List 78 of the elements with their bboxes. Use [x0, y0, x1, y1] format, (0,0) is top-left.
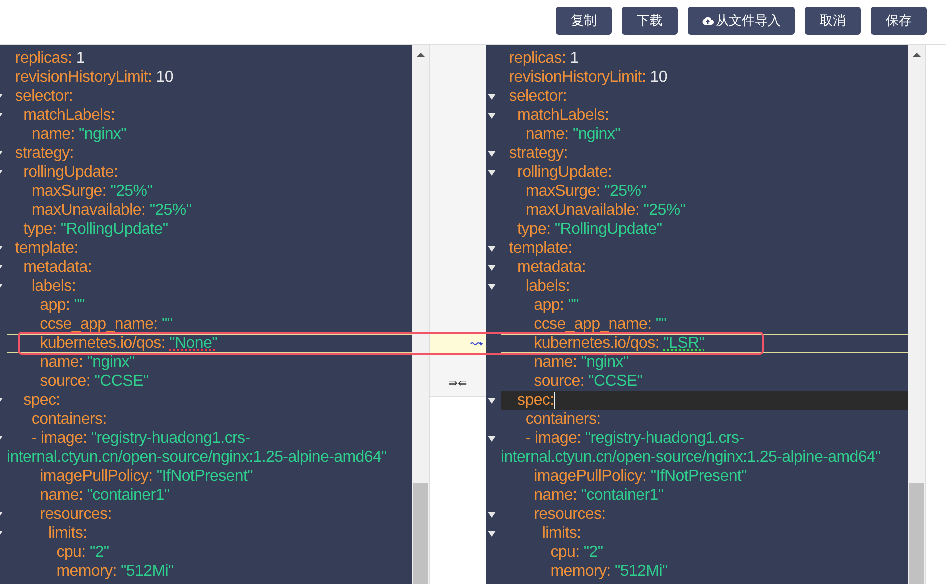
code-line: type: "RollingUpdate" — [22, 220, 170, 239]
code-line: source: "CCSE" — [533, 372, 644, 391]
toolbar-button[interactable]: 取消 — [805, 7, 861, 35]
code-line: source: "CCSE" — [39, 372, 150, 391]
scroll-up-arrow-icon[interactable] — [416, 53, 425, 57]
code-line: matchLabels: — [22, 106, 116, 125]
code-line: metadata: — [516, 258, 587, 277]
code-line: containers: — [30, 410, 108, 429]
fold-triangle-icon[interactable] — [488, 170, 496, 176]
code-line: replicas: 1 — [14, 49, 86, 68]
code-line: kubernetes.io/qos: "LSR" — [500, 334, 908, 353]
fold-triangle-icon[interactable] — [488, 246, 496, 252]
code-line: containers: — [524, 410, 602, 429]
code-line: ccse_app_name: "" — [39, 315, 174, 334]
code-line: name: "nginx" — [524, 125, 622, 144]
fold-triangle-icon[interactable] — [488, 94, 496, 100]
code-line: rollingUpdate: — [516, 163, 614, 182]
scroll-up-arrow-icon[interactable] — [912, 53, 921, 57]
code-line: maxUnavailable: "25%" — [30, 201, 193, 220]
code-line: name: "nginx" — [533, 353, 630, 372]
scrollbar-thumb[interactable] — [909, 483, 924, 584]
code-line: name: "nginx" — [39, 353, 136, 372]
code-line: app: "" — [39, 296, 86, 315]
code-line: - image: "registry-huadong1.crs- — [30, 429, 252, 448]
code-line: memory: "512Mi" — [550, 562, 669, 581]
scrollbar[interactable] — [908, 45, 926, 584]
code-line: limits: — [541, 524, 582, 543]
code-line: resources: — [533, 505, 607, 524]
code-line: cpu: "2" — [56, 543, 110, 562]
code-line: ccse_app_name: "" — [533, 315, 668, 334]
code-line: metadata: — [22, 258, 94, 277]
code-line: - image: "registry-huadong1.crs- — [524, 429, 746, 448]
code-line: name: "nginx" — [30, 125, 128, 144]
code-line: name: "container1" — [39, 486, 171, 505]
code-line: type: "RollingUpdate" — [516, 220, 664, 239]
code-line: labels: — [524, 277, 571, 296]
code-line: labels: — [30, 277, 78, 296]
code-line: spec: — [22, 391, 62, 410]
code-line: imagePullPolicy: "IfNotPresent" — [39, 467, 254, 486]
code-line: revisionHistoryLimit: 10 — [508, 68, 668, 87]
toolbar-button[interactable]: 从文件导入 — [688, 7, 795, 35]
code-line: internal.ctyun.cn/open-source/nginx:1.25-alpine-amd64" — [7, 448, 388, 467]
code-line: selector: — [14, 87, 74, 106]
fold-triangle-icon[interactable] — [488, 436, 496, 442]
fold-triangle-icon[interactable] — [488, 512, 496, 518]
scrollbar-thumb[interactable] — [413, 483, 428, 584]
code-line: maxSurge: "25%" — [30, 182, 154, 201]
toolbar-button[interactable]: 保存 — [871, 7, 927, 35]
fold-triangle-icon[interactable] — [488, 531, 496, 537]
fold-triangle-icon[interactable] — [488, 151, 496, 157]
scrollbar[interactable] — [412, 45, 430, 584]
code-line: rollingUpdate: — [22, 163, 120, 182]
code-line: limits: — [47, 524, 88, 543]
code-line: app: "" — [533, 296, 580, 315]
code-line: revisionHistoryLimit: 10 — [14, 68, 174, 87]
code-line: strategy: — [508, 144, 569, 163]
code-line: matchLabels: — [516, 106, 610, 125]
code-line: internal.ctyun.cn/open-source/nginx:1.25-alpine-amd64" — [500, 448, 882, 467]
code-line: maxSurge: "25%" — [524, 182, 648, 201]
code-line: template: — [508, 239, 574, 258]
code-line: resources: — [39, 505, 113, 524]
toolbar-button[interactable]: 下载 — [622, 7, 678, 35]
code-line: strategy: — [14, 144, 75, 163]
merge-arrow-icon[interactable] — [470, 340, 484, 346]
fold-triangle-icon[interactable] — [488, 265, 496, 271]
code-line: memory: "512Mi" — [56, 562, 175, 581]
fold-triangle-icon[interactable] — [488, 113, 496, 119]
code-line: cpu: "2" — [550, 543, 604, 562]
fold-triangle-icon[interactable] — [488, 284, 496, 290]
code-line: imagePullPolicy: "IfNotPresent" — [533, 467, 748, 486]
code-line: selector: — [508, 87, 568, 106]
cloud-upload-icon — [702, 16, 714, 26]
merge-all-button[interactable]: ⇛⇚ — [430, 372, 486, 396]
code-line: replicas: 1 — [508, 49, 580, 68]
code-line: name: "container1" — [533, 486, 665, 505]
code-line: maxUnavailable: "25%" — [524, 201, 687, 220]
toolbar-button[interactable]: 复制 — [556, 7, 612, 35]
code-line: template: — [14, 239, 80, 258]
